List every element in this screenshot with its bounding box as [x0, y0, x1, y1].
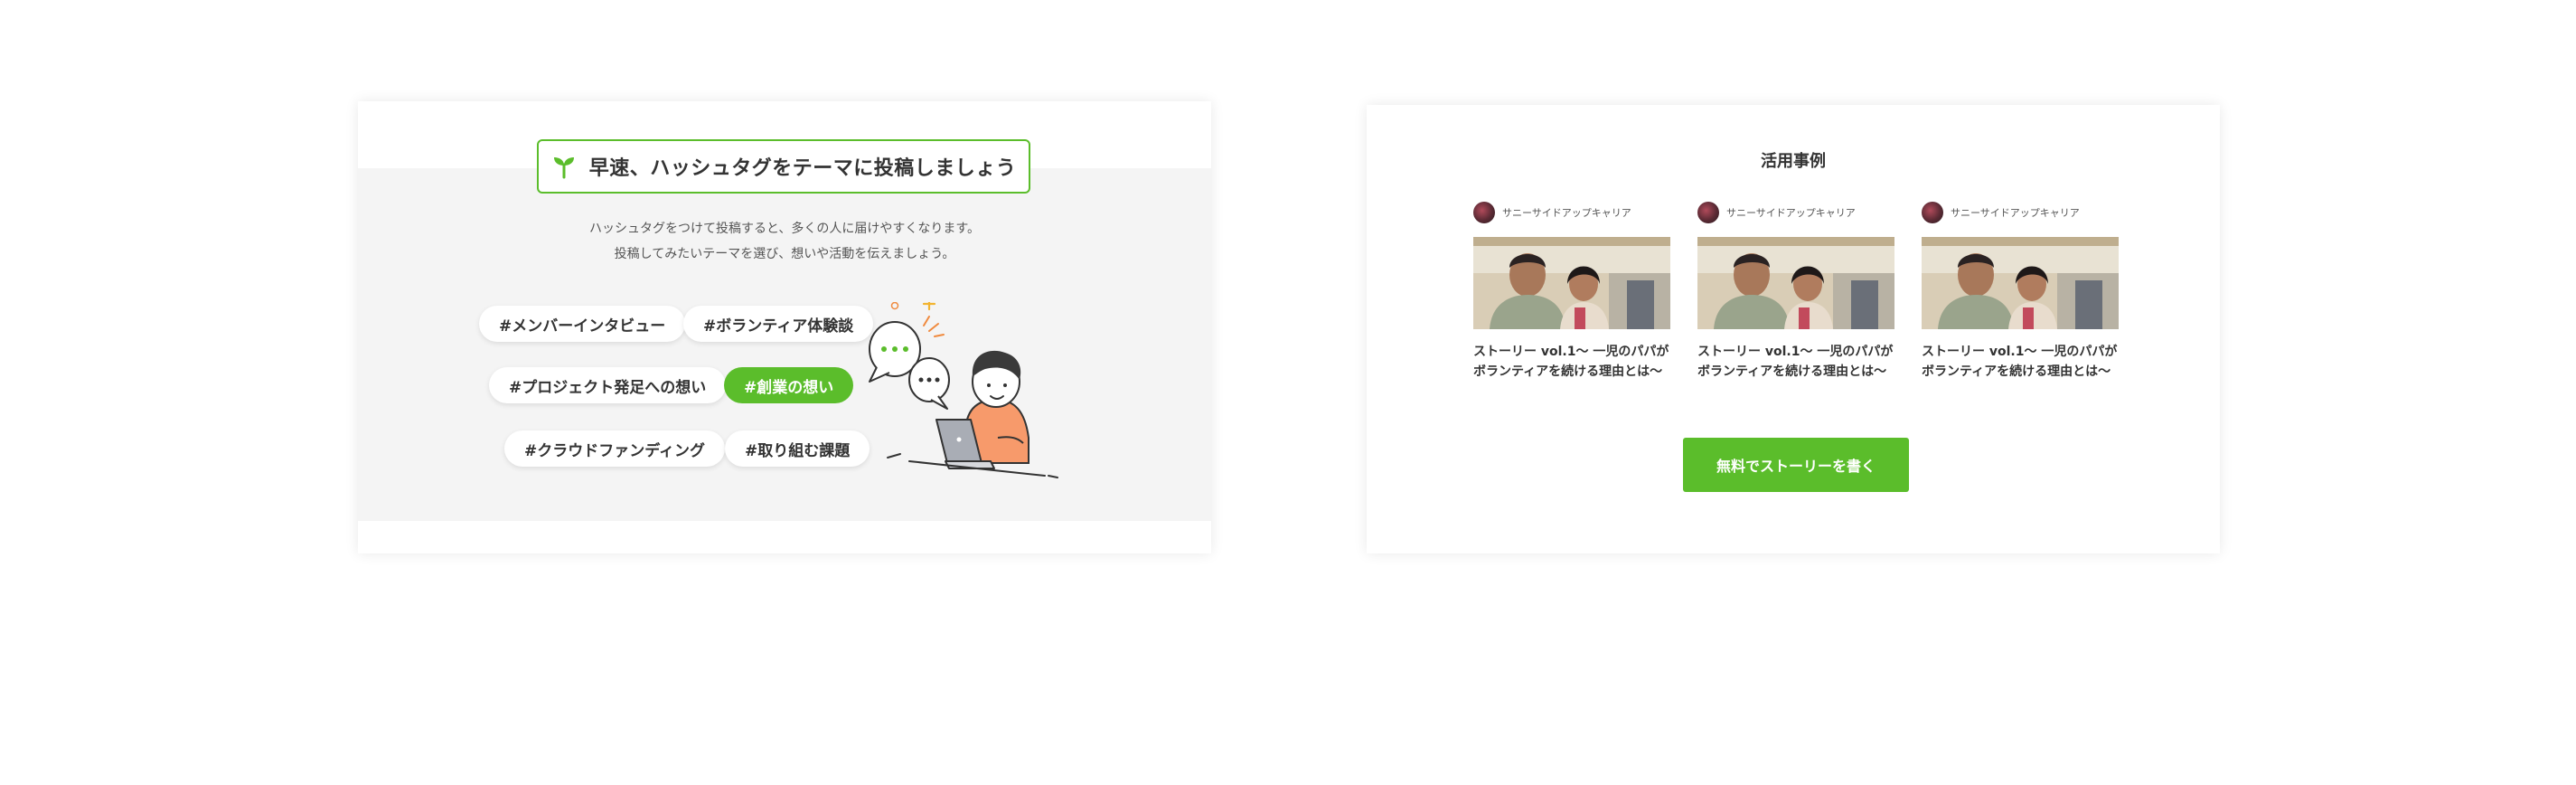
- avatar: [1473, 202, 1495, 223]
- examples-card: 活用事例 サニーサイドアップキャリア ストーリー vol.1〜 一児のパパが ボ…: [1367, 105, 2220, 553]
- sprout-icon: [553, 157, 574, 179]
- hashtag-description-line2: 投稿してみたいテーマを選び、想いや活動を伝えましょう。: [614, 247, 955, 261]
- write-story-button[interactable]: 無料でストーリーを書く: [1683, 438, 1909, 492]
- tag-volunteer-experience[interactable]: #ボランティア体験談: [683, 306, 874, 342]
- hashtag-headline: 早速、ハッシュタグをテーマに投稿しましょう: [588, 157, 1017, 180]
- hashtag-headline-box: 早速、ハッシュタグをテーマに投稿しましょう: [537, 139, 1030, 194]
- story-author: サニーサイドアップキャリア: [1922, 201, 2119, 224]
- hashtag-card: 早速、ハッシュタグをテーマに投稿しましょう ハッシュタグをつけて投稿すると、多く…: [358, 101, 1211, 553]
- story-title-line1: ストーリー vol.1〜 一児のパパが: [1697, 345, 1894, 359]
- story-card[interactable]: サニーサイドアップキャリア ストーリー vol.1〜 一児のパパが ボランティア…: [1473, 201, 1670, 382]
- story-thumbnail-image[interactable]: [1922, 237, 2119, 329]
- tag-challenges[interactable]: #取り組む課題: [725, 430, 870, 467]
- story-title-line1: ストーリー vol.1〜 一児のパパが: [1473, 345, 1669, 359]
- story-card[interactable]: サニーサイドアップキャリア ストーリー vol.1〜 一児のパパが ボランティア…: [1697, 201, 1894, 382]
- hashtag-description-line1: ハッシュタグをつけて投稿すると、多くの人に届けやすくなります。: [588, 222, 981, 236]
- story-thumbnail-image[interactable]: [1473, 237, 1670, 329]
- story-author-name: サニーサイドアップキャリア: [1951, 207, 2080, 219]
- story-title[interactable]: ストーリー vol.1〜 一児のパパが ボランティアを続ける理由とは〜: [1473, 342, 1670, 382]
- story-title[interactable]: ストーリー vol.1〜 一児のパパが ボランティアを続ける理由とは〜: [1697, 342, 1894, 382]
- story-title-line2: ボランティアを続ける理由とは〜: [1697, 364, 1887, 379]
- tag-founding-thoughts[interactable]: #創業の想い: [724, 367, 854, 403]
- story-card[interactable]: サニーサイドアップキャリア ストーリー vol.1〜 一児のパパが ボランティア…: [1922, 201, 2119, 382]
- avatar: [1697, 202, 1719, 223]
- story-author-name: サニーサイドアップキャリア: [1726, 207, 1856, 219]
- tag-crowdfunding[interactable]: #クラウドファンディング: [504, 430, 726, 467]
- tag-project-launch[interactable]: #プロジェクト発足への想い: [489, 367, 727, 403]
- story-title-line1: ストーリー vol.1〜 一児のパパが: [1922, 345, 2118, 359]
- person-laptop-illustration: [869, 302, 1058, 478]
- story-author: サニーサイドアップキャリア: [1697, 201, 1894, 224]
- story-title[interactable]: ストーリー vol.1〜 一児のパパが ボランティアを続ける理由とは〜: [1922, 342, 2119, 382]
- story-author-name: サニーサイドアップキャリア: [1502, 207, 1631, 219]
- avatar: [1922, 202, 1943, 223]
- tag-member-interview[interactable]: #メンバーインタビュー: [479, 306, 686, 342]
- examples-title: 活用事例: [1761, 152, 1826, 171]
- story-title-line2: ボランティアを続ける理由とは〜: [1922, 364, 2111, 379]
- story-thumbnail-image[interactable]: [1697, 237, 1894, 329]
- story-title-line2: ボランティアを続ける理由とは〜: [1473, 364, 1663, 379]
- story-author: サニーサイドアップキャリア: [1473, 201, 1670, 224]
